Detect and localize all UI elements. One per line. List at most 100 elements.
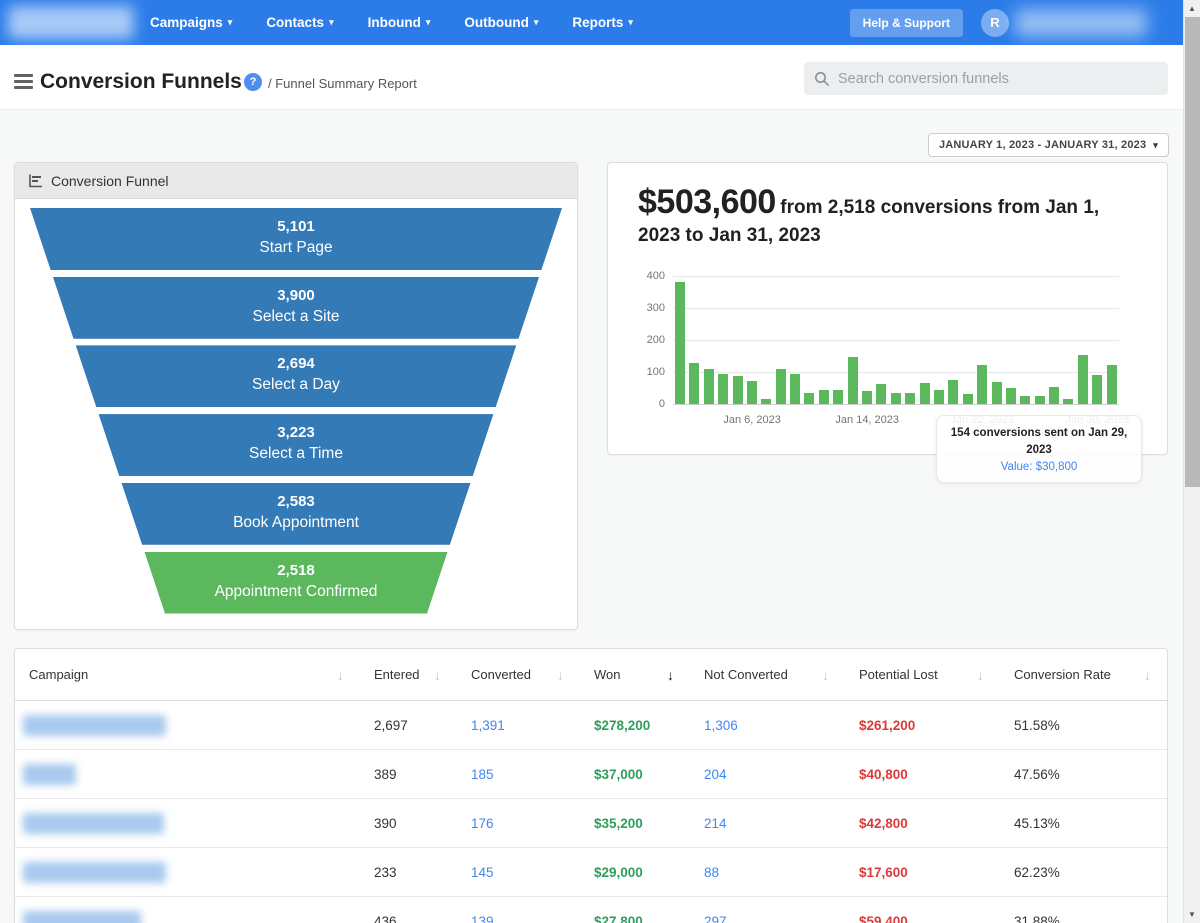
cell-not-converted[interactable]: 88: [690, 865, 845, 880]
chart-bar-jan-20-2023[interactable]: [948, 380, 959, 404]
date-range-selector[interactable]: JANUARY 1, 2023 - JANUARY 31, 2023 ▾: [927, 133, 1169, 157]
column-header-conversion-rate[interactable]: Conversion Rate ↓: [1000, 649, 1167, 700]
scrollbar-up-arrow[interactable]: ▲: [1184, 0, 1200, 17]
chart-bar-jan-25-2023[interactable]: [1020, 396, 1031, 404]
chart-bar-jan-15-2023[interactable]: [876, 383, 887, 404]
sort-arrow-icon[interactable]: ↓: [434, 667, 441, 683]
tooltip-title: 154 conversions sent on Jan 29, 2023: [950, 427, 1128, 456]
nav-item-campaigns[interactable]: Campaigns ▾: [150, 15, 232, 30]
chart-bar-jan-2-2023[interactable]: [689, 363, 700, 404]
funnel-stage-4[interactable]: 3,223 Select a Time: [98, 414, 494, 477]
campaign-link-redacted[interactable]: [23, 910, 141, 923]
help-question-icon[interactable]: ?: [244, 73, 262, 91]
cell-converted[interactable]: 185: [457, 767, 580, 782]
nav-item-reports[interactable]: Reports ▾: [572, 15, 633, 30]
chart-bar-jan-1-2023[interactable]: [675, 282, 685, 404]
column-header-won[interactable]: Won ↓: [580, 649, 690, 700]
chart-bar-jan-4-2023[interactable]: [718, 373, 729, 404]
campaign-link-redacted[interactable]: [23, 812, 164, 834]
nav-item-outbound[interactable]: Outbound ▾: [464, 15, 538, 30]
funnel-stage-1[interactable]: 5,101 Start Page: [30, 208, 562, 270]
column-header-entered[interactable]: Entered ↓: [360, 649, 457, 700]
funnel-stage-5[interactable]: 2,583 Book Appointment: [121, 482, 471, 545]
cell-won: $37,000: [594, 766, 643, 782]
caret-down-icon: ▾: [1153, 139, 1158, 150]
chart-bar-jan-27-2023[interactable]: [1049, 387, 1060, 404]
user-avatar[interactable]: R: [981, 8, 1009, 37]
page-title: Conversion Funnels: [40, 70, 242, 93]
chart-bar-jan-19-2023[interactable]: [933, 389, 944, 404]
chart-bar-jan-30-2023[interactable]: [1092, 374, 1103, 404]
cell-converted[interactable]: 1,391: [457, 718, 580, 733]
chart-bar-jan-17-2023[interactable]: [905, 392, 916, 404]
campaign-link-redacted[interactable]: [23, 861, 166, 883]
chart-bar-jan-22-2023[interactable]: [977, 364, 988, 404]
total-value: $503,600: [638, 183, 776, 221]
funnel-stage-6[interactable]: 2,518 Appointment Confirmed: [144, 551, 448, 614]
chart-bar-jan-28-2023[interactable]: [1063, 399, 1074, 404]
sort-arrow-icon[interactable]: ↓: [822, 667, 829, 683]
chart-bar-jan-24-2023[interactable]: [1005, 388, 1016, 404]
search-input[interactable]: [838, 70, 1138, 87]
chart-bar-jan-3-2023[interactable]: [703, 368, 714, 404]
chart-bar-jan-21-2023[interactable]: [962, 394, 973, 404]
scrollbar-down-arrow[interactable]: ▼: [1184, 906, 1200, 923]
chart-bar-jan-13-2023[interactable]: [847, 356, 858, 404]
table-header-row: Campaign ↓ Entered ↓ Converted ↓ Won ↓ Not Conve…: [15, 649, 1167, 701]
sort-arrow-icon[interactable]: ↓: [977, 667, 984, 683]
chart-bar-jan-10-2023[interactable]: [804, 392, 815, 404]
y-axis-tick: 400: [646, 270, 665, 282]
chart-bar-jan-18-2023[interactable]: [919, 383, 930, 404]
cell-converted[interactable]: 176: [457, 816, 580, 831]
chart-bar-jan-16-2023[interactable]: [890, 393, 901, 404]
cell-not-converted[interactable]: 1,306: [690, 718, 845, 733]
chart-bar-jan-26-2023[interactable]: [1034, 396, 1045, 404]
column-header-not-converted[interactable]: Not Converted ↓: [690, 649, 845, 700]
chart-bar-jan-23-2023[interactable]: [991, 381, 1002, 404]
stage-value: 2,583: [277, 492, 315, 510]
nav-right-group: Help & Support R: [849, 8, 1147, 37]
cell-conversion-rate: 47.56%: [1014, 766, 1060, 782]
chart-bar-jan-29-2023[interactable]: [1077, 354, 1088, 404]
cell-entered: 436: [374, 913, 397, 923]
funnel-stage-2[interactable]: 3,900 Select a Site: [52, 276, 540, 339]
cell-converted[interactable]: 145: [457, 865, 580, 880]
column-header-campaign[interactable]: Campaign ↓: [15, 649, 360, 700]
nav-item-contacts[interactable]: Contacts ▾: [266, 15, 333, 30]
sort-arrow-icon[interactable]: ↓: [337, 667, 344, 683]
funnel-stage-3[interactable]: 2,694 Select a Day: [75, 345, 517, 408]
cell-not-converted[interactable]: 297: [690, 914, 845, 923]
sort-arrow-icon[interactable]: ↓: [557, 667, 564, 683]
chart-bar-jan-11-2023[interactable]: [818, 389, 829, 404]
chart-bar-jan-7-2023[interactable]: [761, 399, 772, 404]
column-label: Not Converted: [704, 667, 788, 682]
chart-bar-jan-5-2023[interactable]: [732, 375, 743, 404]
campaign-link-redacted[interactable]: [23, 763, 76, 785]
column-header-potential-lost[interactable]: Potential Lost ↓: [845, 649, 1000, 700]
nav-item-inbound[interactable]: Inbound ▾: [368, 15, 431, 30]
campaign-link-redacted[interactable]: [23, 714, 166, 736]
cell-not-converted[interactable]: 214: [690, 816, 845, 831]
cell-potential-lost: $59,400: [859, 913, 908, 923]
cell-not-converted[interactable]: 204: [690, 767, 845, 782]
chart-bar-jan-12-2023[interactable]: [833, 389, 844, 404]
chart-bar-jan-8-2023[interactable]: [775, 368, 786, 404]
chart-bar-jan-14-2023[interactable]: [862, 391, 873, 404]
nav-item-label: Reports: [572, 15, 624, 30]
sort-arrow-icon[interactable]: ↓: [1144, 667, 1151, 683]
campaigns-table: Campaign ↓ Entered ↓ Converted ↓ Won ↓ Not Conve…: [14, 648, 1168, 923]
chart-bar-jan-31-2023[interactable]: [1106, 364, 1117, 404]
help-support-button[interactable]: Help & Support: [849, 8, 963, 37]
column-header-converted[interactable]: Converted ↓: [457, 649, 580, 700]
cell-converted[interactable]: 139: [457, 914, 580, 923]
cell-entered: 389: [374, 766, 397, 782]
user-name-redacted[interactable]: [1015, 8, 1147, 37]
bar-chart-icon: [29, 174, 42, 188]
scrollbar-thumb[interactable]: [1185, 17, 1200, 487]
caret-down-icon: ▾: [533, 17, 539, 27]
sort-arrow-active-icon[interactable]: ↓: [667, 667, 674, 683]
app-logo[interactable]: [8, 6, 134, 39]
chart-bar-jan-6-2023[interactable]: [746, 380, 757, 404]
hamburger-menu-icon[interactable]: [14, 74, 33, 89]
chart-bar-jan-9-2023[interactable]: [790, 373, 801, 404]
